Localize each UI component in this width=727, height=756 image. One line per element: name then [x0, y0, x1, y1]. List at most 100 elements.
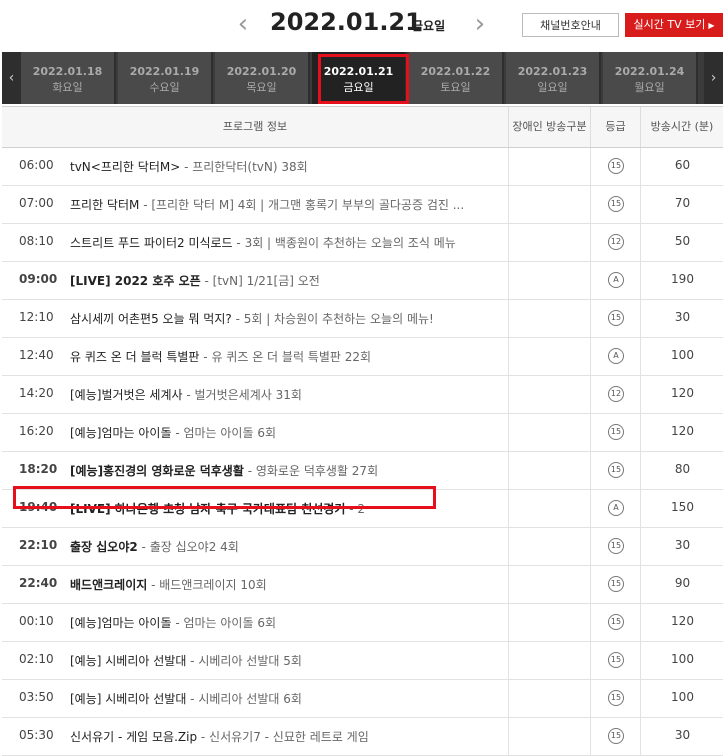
program-title[interactable]: 프리한 닥터M - [프리한 닥터 M] 4회 | 개그맨 홍록기 부부의 골다… — [70, 196, 500, 213]
col-rating: 등급 — [590, 107, 640, 147]
program-time: 02:10 — [19, 652, 54, 666]
play-icon: ▶ — [708, 21, 715, 30]
program-title[interactable]: [예능] 시베리아 선발대 - 시베리아 선발대 6회 — [70, 690, 500, 707]
program-name: [LIVE] 2022 호주 오픈 — [70, 274, 201, 288]
program-name: 신서유기 - 게임 모음.Zip — [70, 730, 198, 744]
rating-badge-icon: 12 — [608, 234, 624, 250]
program-episode: - 3회 | 백종원이 추천하는 오늘의 조식 메뉴 — [232, 236, 456, 250]
program-time: 22:10 — [19, 538, 58, 552]
program-duration: 120 — [671, 386, 694, 400]
program-episode: - 5회 | 차승원이 추천하는 오늘의 메뉴! — [231, 312, 434, 326]
table-row[interactable]: 12:10 삼시세끼 어촌편5 오늘 뭐 먹지? - 5회 | 차승원이 추천하는… — [2, 300, 723, 338]
program-episode: - 프리한닥터(tvN) 38회 — [180, 160, 308, 174]
table-row[interactable]: 08:10 스트리트 푸드 파이터2 미식로드 - 3회 | 백종원이 추천하는 … — [2, 224, 723, 262]
rating-badge-icon: 12 — [608, 386, 624, 402]
program-time: 03:50 — [19, 690, 54, 704]
program-name: [예능] 시베리아 선발대 — [70, 654, 187, 668]
program-title[interactable]: tvN<프리한 닥터M> - 프리한닥터(tvN) 38회 — [70, 158, 500, 175]
day-tab-date: 2022.01.23 — [517, 65, 588, 78]
day-tab-2022.01.24[interactable]: 2022.01.24 월요일 — [603, 52, 698, 104]
table-row[interactable]: 02:10 [예능] 시베리아 선발대 - 시베리아 선발대 5회 15 100 — [2, 642, 723, 680]
table-row[interactable]: 12:40 유 퀴즈 온 더 블럭 특별판 - 유 퀴즈 온 더 블럭 특별판 2… — [2, 338, 723, 376]
program-name: tvN<프리한 닥터M> — [70, 160, 181, 174]
table-header: 프로그램 정보 장애인 방송구분 등급 방송시간 (분) — [2, 106, 723, 148]
rating-badge-icon: 15 — [608, 158, 624, 174]
program-title[interactable]: [예능]엄마는 아이돌 - 엄마는 아이돌 6회 — [70, 614, 500, 631]
program-time: 12:40 — [19, 348, 54, 362]
program-title[interactable]: [예능]벌거벗은 세계사 - 벌거벗은세계사 31회 — [70, 386, 500, 403]
program-name: 출장 십오야2 — [70, 540, 138, 554]
program-duration: 30 — [674, 538, 691, 552]
tabs-prev-icon[interactable]: ‹ — [2, 52, 21, 104]
program-time: 07:00 — [19, 196, 54, 210]
chevron-right-icon[interactable]: › — [469, 10, 491, 38]
program-name: 프리한 닥터M — [70, 198, 140, 212]
channel-number-button[interactable]: 채널번호안내 — [522, 13, 619, 37]
program-duration: 100 — [671, 690, 694, 704]
rating-badge-icon: 15 — [608, 728, 624, 744]
rating-badge-icon: 15 — [608, 424, 624, 440]
program-duration: 80 — [674, 462, 691, 476]
program-episode: - [프리한 닥터 M] 4회 | 개그맨 홍록기 부부의 골다공증 검진 ..… — [139, 198, 465, 212]
day-tab-date: 2022.01.19 — [129, 65, 200, 78]
program-episode: - 시베리아 선발대 6회 — [186, 692, 302, 706]
day-tab-2022.01.20[interactable]: 2022.01.20 목요일 — [215, 52, 310, 104]
program-episode: - 엄마는 아이돌 6회 — [171, 616, 277, 630]
table-row[interactable]: 18:20 [예능]홍진경의 영화로운 덕후생활 - 영화로운 덕후생활 27회 1… — [2, 452, 723, 490]
program-title[interactable]: [예능]엄마는 아이돌 - 엄마는 아이돌 6회 — [70, 424, 500, 441]
program-title[interactable]: 삼시세끼 어촌편5 오늘 뭐 먹지? - 5회 | 차승원이 추천하는 오늘의 … — [70, 310, 500, 327]
tabs-next-icon[interactable]: › — [704, 52, 723, 104]
program-time: 09:00 — [19, 272, 58, 286]
rating-badge-icon: 15 — [608, 310, 624, 326]
program-time: 16:20 — [19, 424, 54, 438]
day-tab-2022.01.19[interactable]: 2022.01.19 수요일 — [118, 52, 213, 104]
table-row[interactable]: 00:10 [예능]엄마는 아이돌 - 엄마는 아이돌 6회 15 120 — [2, 604, 723, 642]
program-name: [예능] 시베리아 선발대 — [70, 692, 187, 706]
program-title[interactable]: 신서유기 - 게임 모음.Zip - 신서유기7 - 신묘한 레트로 게임 — [70, 728, 500, 745]
table-row[interactable]: 05:30 신서유기 - 게임 모음.Zip - 신서유기7 - 신묘한 레트로 … — [2, 718, 723, 756]
program-duration: 100 — [671, 652, 694, 666]
day-tab-weekday: 목요일 — [246, 81, 277, 94]
day-tab-2022.01.22[interactable]: 2022.01.22 토요일 — [409, 52, 504, 104]
col-duration: 방송시간 (분) — [640, 107, 723, 147]
program-name: [예능]홍진경의 영화로운 덕후생활 — [70, 464, 244, 478]
program-duration: 120 — [671, 424, 694, 438]
program-title[interactable]: 스트리트 푸드 파이터2 미식로드 - 3회 | 백종원이 추천하는 오늘의 조… — [70, 234, 500, 251]
table-row[interactable]: 16:20 [예능]엄마는 아이돌 - 엄마는 아이돌 6회 15 120 — [2, 414, 723, 452]
rating-badge-icon: 15 — [608, 690, 624, 706]
program-duration: 30 — [674, 728, 691, 742]
program-title[interactable]: 배드앤크레이지 - 배드앤크레이지 10회 — [70, 576, 500, 593]
program-title[interactable]: [예능]홍진경의 영화로운 덕후생활 - 영화로운 덕후생활 27회 — [70, 462, 500, 479]
program-time: 00:10 — [19, 614, 54, 628]
program-name: [예능]엄마는 아이돌 — [70, 426, 172, 440]
day-tab-date: 2022.01.24 — [614, 65, 685, 78]
table-row[interactable]: 06:00 tvN<프리한 닥터M> - 프리한닥터(tvN) 38회 15 60 — [2, 148, 723, 186]
table-row[interactable]: 22:10 출장 십오야2 - 출장 십오야2 4회 15 30 — [2, 528, 723, 566]
table-row[interactable]: 22:40 배드앤크레이지 - 배드앤크레이지 10회 15 90 — [2, 566, 723, 604]
table-row[interactable]: 14:20 [예능]벌거벗은 세계사 - 벌거벗은세계사 31회 12 120 — [2, 376, 723, 414]
program-duration: 150 — [671, 500, 694, 514]
live-tv-label: 실시간 TV 보기 — [633, 18, 706, 31]
program-title[interactable]: 출장 십오야2 - 출장 십오야2 4회 — [70, 538, 500, 555]
rating-badge-icon: A — [608, 500, 624, 516]
current-day: 금요일 — [412, 19, 446, 33]
program-episode: - 신서유기7 - 신묘한 레트로 게임 — [197, 730, 369, 744]
program-title[interactable]: [예능] 시베리아 선발대 - 시베리아 선발대 5회 — [70, 652, 500, 669]
day-tab-date: 2022.01.22 — [420, 65, 491, 78]
live-tv-button[interactable]: 실시간 TV 보기 ▶ — [625, 13, 723, 37]
chevron-left-icon[interactable]: ‹ — [232, 10, 254, 38]
day-tab-2022.01.23[interactable]: 2022.01.23 일요일 — [506, 52, 601, 104]
table-row[interactable]: 03:50 [예능] 시베리아 선발대 - 시베리아 선발대 6회 15 100 — [2, 680, 723, 718]
program-time: 05:30 — [19, 728, 54, 742]
program-title[interactable]: [LIVE] 2022 호주 오픈 - [tvN] 1/21[금] 오전 — [70, 272, 500, 289]
day-tab-2022.01.18[interactable]: 2022.01.18 화요일 — [21, 52, 116, 104]
program-duration: 70 — [674, 196, 691, 210]
program-duration: 50 — [674, 234, 691, 248]
program-episode: - 엄마는 아이돌 6회 — [171, 426, 277, 440]
rating-badge-icon: A — [608, 348, 624, 364]
table-row[interactable]: 09:00 [LIVE] 2022 호주 오픈 - [tvN] 1/21[금] 오… — [2, 262, 723, 300]
rating-badge-icon: 15 — [608, 614, 624, 630]
program-title[interactable]: 유 퀴즈 온 더 블럭 특별판 - 유 퀴즈 온 더 블럭 특별판 22회 — [70, 348, 500, 365]
table-row[interactable]: 07:00 프리한 닥터M - [프리한 닥터 M] 4회 | 개그맨 홍록기 부… — [2, 186, 723, 224]
program-time: 22:40 — [19, 576, 58, 590]
